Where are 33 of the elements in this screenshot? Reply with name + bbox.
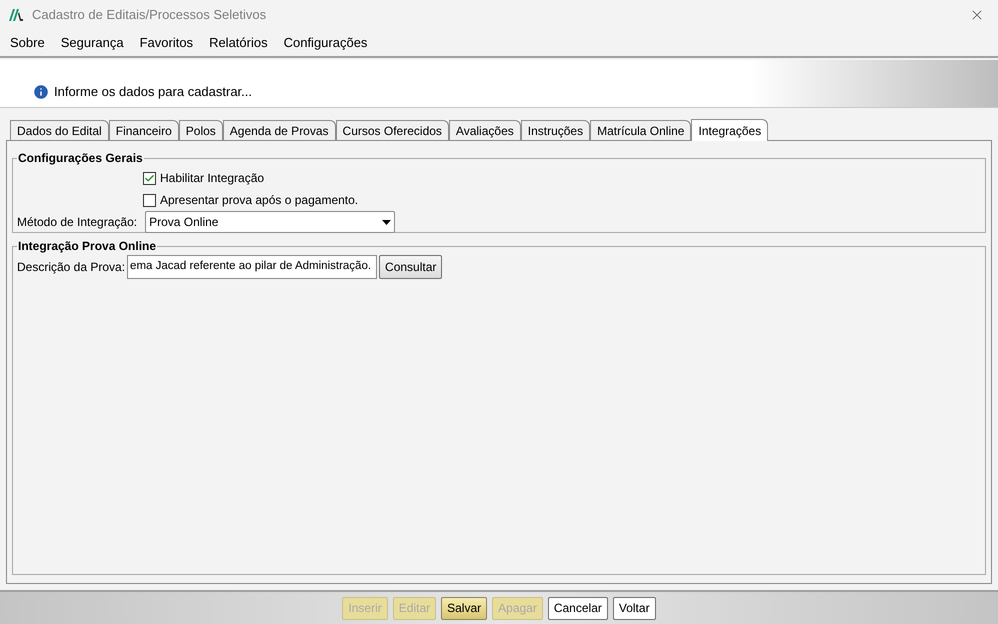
tab[interactable]: Avaliações: [448, 120, 521, 140]
dropdown-arrow-icon: [382, 220, 392, 224]
tab[interactable]: Cursos Oferecidos: [336, 120, 449, 140]
toolbar-button[interactable]: Cancelar: [548, 596, 608, 620]
tab[interactable]: Matrícula Online: [590, 120, 692, 140]
tab[interactable]: Financeiro: [108, 120, 179, 140]
info-icon: [32, 83, 50, 101]
consult-button[interactable]: Consultar: [379, 255, 442, 279]
tab[interactable]: Polos: [178, 120, 223, 140]
menu-item[interactable]: Segurança: [60, 33, 124, 53]
group-title: Integração Prova Online: [17, 238, 158, 255]
checkbox-label: Apresentar prova após o pagamento.: [160, 192, 358, 209]
method-dropdown[interactable]: Prova Online: [145, 211, 396, 233]
description-field[interactable]: ema Jacad referente ao pilar de Administração.: [127, 255, 378, 279]
menu-item[interactable]: Favoritos: [140, 33, 194, 53]
checkbox[interactable]: [143, 194, 156, 206]
toolbar-button[interactable]: Salvar: [441, 596, 488, 620]
info-message: Informe os dados para cadastrar...: [54, 82, 252, 101]
tab[interactable]: Agenda de Provas: [222, 120, 336, 140]
method-label: Método de Integração:: [17, 214, 138, 231]
menu-item[interactable]: Relatórios: [209, 33, 268, 53]
tab[interactable]: Dados do Edital: [10, 120, 109, 140]
app-logo-icon: [8, 8, 24, 22]
window-title: Cadastro de Editais/Processos Seletivos: [32, 6, 266, 24]
checkbox-label: Habilitar Integração: [160, 170, 264, 187]
checkbox[interactable]: [143, 172, 156, 184]
toolbar-button[interactable]: Voltar: [612, 596, 656, 620]
group-title: Configurações Gerais: [17, 150, 144, 167]
menu-item[interactable]: Sobre: [10, 33, 45, 53]
tab[interactable]: Integrações: [691, 119, 768, 141]
menu-item[interactable]: Configurações: [284, 33, 368, 53]
tab[interactable]: Instruções: [520, 120, 590, 140]
description-label: Descrição da Prova:: [17, 259, 126, 276]
